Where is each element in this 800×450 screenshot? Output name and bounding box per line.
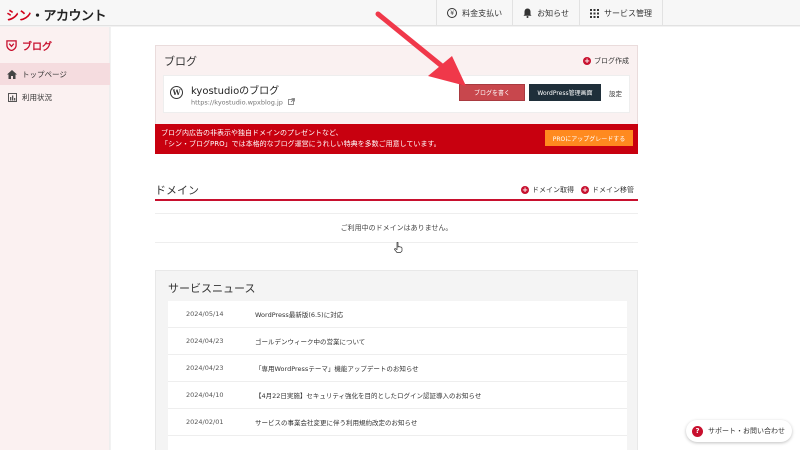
promo-line-1: ブログ内広告の非表示や独自ドメインのプレゼントなど、 [161, 129, 343, 137]
grid-icon [590, 8, 599, 18]
news-title: WordPress最新版(6.5)に対応 [255, 311, 344, 319]
plus-icon: + [581, 186, 589, 194]
nav-payment[interactable]: ¥ 料金支払い [436, 0, 512, 26]
blog-url: https://kyostudio.wpxblog.jp [191, 98, 283, 107]
news-item[interactable]: 2024/02/01 サービスの事業会社変更に伴う利用規約改定のお知らせ [168, 409, 627, 436]
news-title: サービスの事業会社変更に伴う利用規約改定のお知らせ [255, 419, 418, 427]
promo-text: ブログ内広告の非表示や独自ドメインのプレゼントなど、 「シン・ブログPRO」では… [161, 128, 441, 150]
news-item[interactable]: 2024/04/23 「専用WordPressテーマ」機能アップデートのお知らせ [168, 355, 627, 382]
home-icon [6, 69, 18, 79]
write-blog-button[interactable]: ブログを書く [459, 84, 525, 101]
top-bar: シン・アカウント ¥ 料金支払い お知らせ サービス管理 [0, 0, 800, 26]
support-contact-button[interactable]: ? サポート・お問い合わせ [686, 420, 792, 442]
plus-icon: + [583, 57, 591, 65]
promo-line-2: 「シン・ブログPRO」では本格的なブログ運営にうれしい特典を多数ご用意しています… [161, 140, 441, 148]
news-title: ゴールデンウィーク中の営業について [255, 338, 366, 346]
wordpress-admin-button[interactable]: WordPress管理画面 [529, 84, 601, 101]
main-content: ブログ + ブログ作成 W kyostudioのブログ https://kyos… [111, 27, 800, 450]
acquire-domain-label: ドメイン取得 [532, 186, 574, 194]
pro-promo-banner: ブログ内広告の非表示や独自ドメインのプレゼントなど、 「シン・ブログPRO」では… [155, 124, 638, 154]
blog-card: W kyostudioのブログ https://kyostudio.wpxblo… [163, 75, 630, 113]
sidebar-item-usage-label: 利用状況 [22, 92, 52, 102]
sidebar: ブログ トップページ 利用状況 [0, 27, 110, 450]
transfer-domain-label: ドメイン移管 [592, 186, 634, 194]
sidebar-title-label: ブログ [22, 42, 52, 53]
sidebar-item-top-page-label: トップページ [22, 69, 67, 79]
nav-notifications[interactable]: お知らせ [512, 0, 579, 26]
logo-part-2: ・アカウント [31, 9, 107, 24]
question-icon: ? [692, 425, 703, 437]
news-date: 2024/02/01 [186, 418, 224, 426]
news-item[interactable]: 2024/05/14 WordPress最新版(6.5)に対応 [168, 301, 627, 328]
bell-icon [523, 8, 532, 18]
upgrade-pro-button[interactable]: PROにアップグレードする [545, 130, 633, 146]
domain-divider [155, 199, 638, 201]
news-title: 「専用WordPressテーマ」機能アップデートのお知らせ [255, 365, 419, 373]
news-heading: サービスニュース [168, 282, 256, 295]
yen-icon: ¥ [447, 8, 458, 18]
sidebar-item-top-page[interactable]: トップページ [0, 63, 110, 85]
nav-notifications-label: お知らせ [537, 8, 569, 18]
external-link-icon [288, 98, 295, 107]
news-date: 2024/04/10 [186, 391, 224, 399]
usage-icon [6, 92, 18, 102]
domain-heading: ドメイン [155, 184, 199, 197]
settings-link[interactable]: 設定 [609, 88, 622, 98]
news-date: 2024/05/14 [186, 310, 224, 318]
sidebar-title: ブログ [6, 38, 52, 53]
support-label: サポート・お問い合わせ [708, 427, 785, 435]
nav-service-management[interactable]: サービス管理 [579, 0, 663, 26]
news-item[interactable]: 2024/04/10 【4月22日実施】セキュリティ強化を目的としたログイン認証… [168, 382, 627, 409]
wordpress-icon: W [170, 86, 183, 99]
domain-empty-message: ご利用中のドメインはありません。 [155, 213, 638, 243]
news-list: 2024/05/14 WordPress最新版(6.5)に対応 2024/04/… [168, 301, 627, 450]
news-date: 2024/04/23 [186, 364, 224, 372]
blog-url-link[interactable]: https://kyostudio.wpxblog.jp [191, 98, 295, 107]
transfer-domain-link[interactable]: + ドメイン移管 [581, 185, 634, 195]
sidebar-item-usage[interactable]: 利用状況 [0, 86, 110, 108]
logo-part-1: シン [6, 9, 32, 24]
top-nav: ¥ 料金支払い お知らせ サービス管理 [436, 0, 663, 26]
news-title: 【4月22日実施】セキュリティ強化を目的としたログイン認証導入のお知らせ [255, 392, 482, 400]
news-date: 2024/04/23 [186, 337, 224, 345]
hand-cursor-icon [394, 242, 403, 256]
create-blog-label: ブログ作成 [594, 57, 629, 65]
blog-name[interactable]: kyostudioのブログ [191, 82, 279, 97]
blog-heading: ブログ [164, 55, 197, 68]
acquire-domain-link[interactable]: + ドメイン取得 [521, 185, 574, 195]
service-news-section: サービスニュース 2024/05/14 WordPress最新版(6.5)に対応… [155, 270, 638, 450]
plus-icon: + [521, 186, 529, 194]
create-blog-link[interactable]: + ブログ作成 [583, 56, 629, 66]
nav-payment-label: 料金支払い [462, 8, 503, 18]
blog-shield-icon [6, 40, 17, 51]
app-logo[interactable]: シン・アカウント [6, 5, 107, 24]
nav-service-management-label: サービス管理 [604, 8, 652, 18]
news-item[interactable]: 2024/04/23 ゴールデンウィーク中の営業について [168, 328, 627, 355]
